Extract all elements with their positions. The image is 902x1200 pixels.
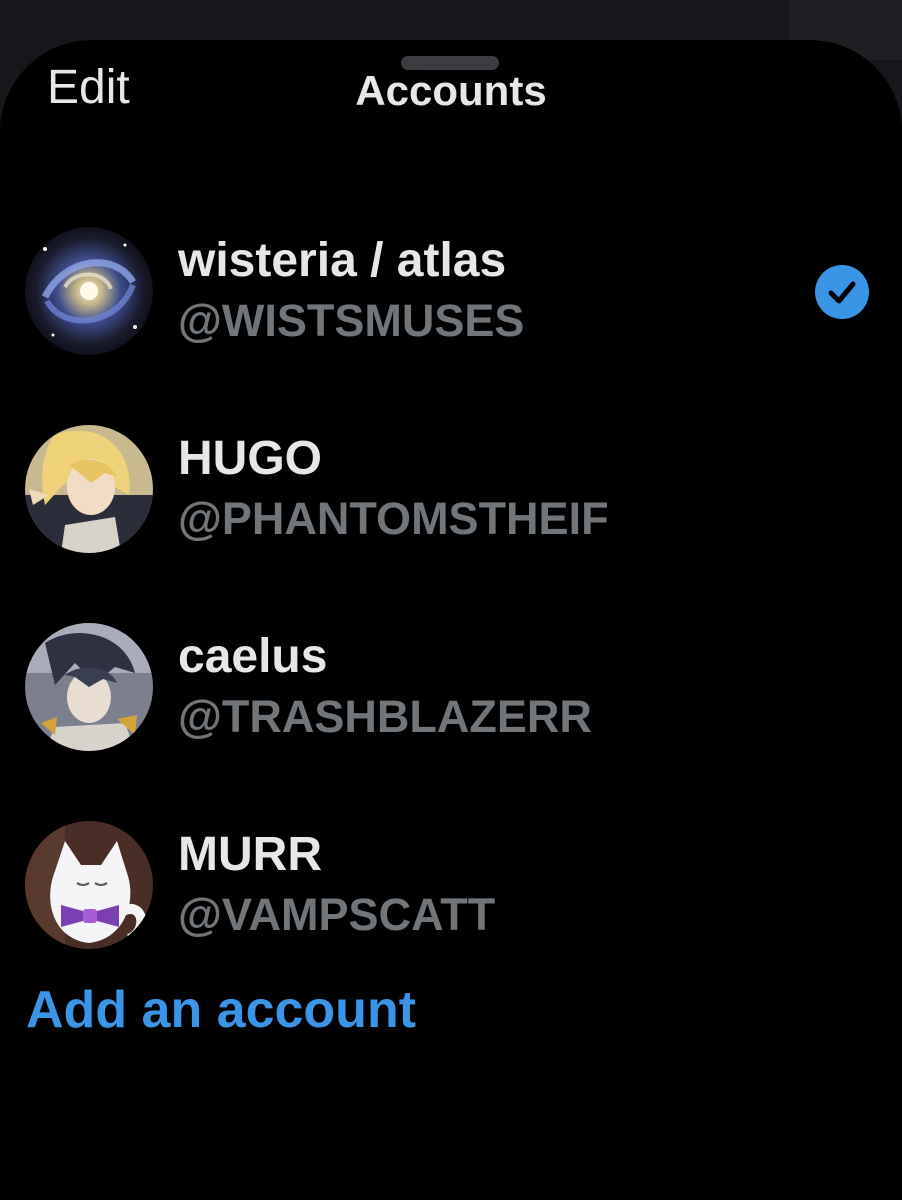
account-row-vampscatt[interactable]: MURR @VAMPSCATT bbox=[0, 799, 902, 959]
account-row-wistsmuses[interactable]: wisteria / atlas @WISTSMUSES bbox=[0, 205, 902, 365]
account-handle: @TRASHBLAZERR bbox=[178, 691, 592, 742]
avatar bbox=[25, 821, 153, 949]
account-display-name: HUGO bbox=[178, 432, 322, 485]
account-display-name: MURR bbox=[178, 828, 322, 881]
add-account-link[interactable]: Add an account bbox=[26, 980, 416, 1040]
account-handle: @PHANTOMSTHEIF bbox=[178, 493, 609, 544]
account-display-name: wisteria / atlas bbox=[178, 234, 507, 287]
avatar bbox=[25, 425, 153, 553]
avatar bbox=[25, 623, 153, 751]
account-handle: @VAMPSCATT bbox=[178, 889, 496, 940]
sheet-title: Accounts bbox=[355, 67, 547, 114]
account-display-name: caelus bbox=[178, 630, 328, 683]
account-handle: @WISTSMUSES bbox=[178, 295, 525, 346]
avatar bbox=[25, 227, 153, 355]
account-row-phantomstheif[interactable]: HUGO @PHANTOMSTHEIF bbox=[0, 403, 902, 563]
account-row-trashblazerr[interactable]: caelus @TRASHBLAZERR bbox=[0, 601, 902, 761]
check-circle-icon bbox=[814, 264, 870, 320]
